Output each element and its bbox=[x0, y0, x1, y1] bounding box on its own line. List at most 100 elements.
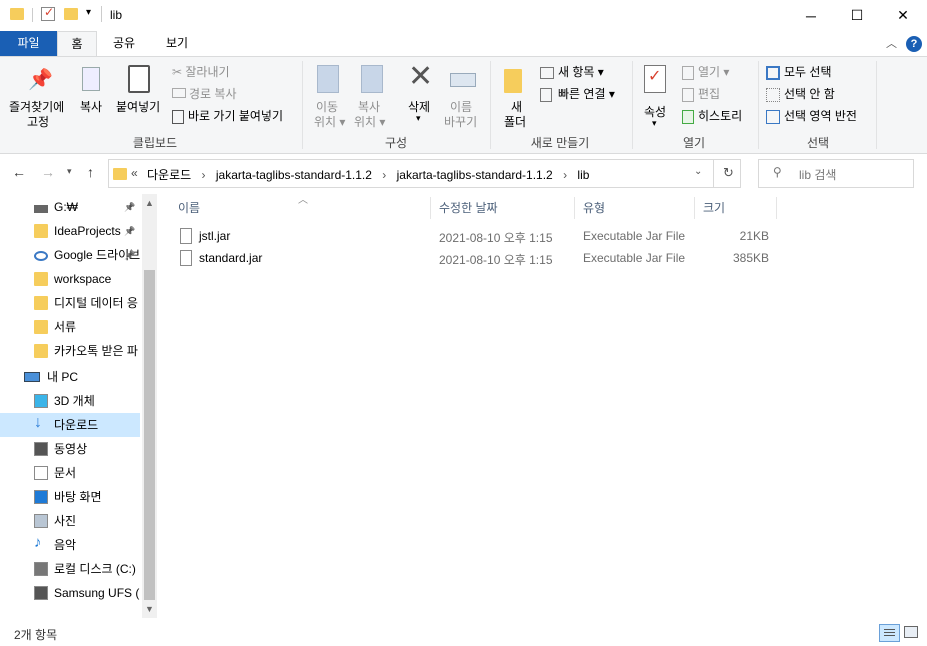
search-input[interactable]: ⚲ lib 검색 bbox=[758, 159, 914, 188]
ribbon-tab-bar: 파일 홈 공유 보기 ︿ ? bbox=[0, 31, 927, 57]
properties-button[interactable]: ✓ 속성 ▾ bbox=[638, 61, 674, 128]
nav-pc-item[interactable]: 3D 개체 bbox=[0, 389, 140, 413]
tab-share[interactable]: 공유 bbox=[100, 31, 148, 57]
easy-access-button[interactable]: 빠른 연결 ▾ bbox=[540, 85, 615, 102]
copy-icon bbox=[82, 67, 100, 91]
select-all-button[interactable]: 모두 선택 bbox=[766, 63, 832, 80]
tab-view[interactable]: 보기 bbox=[152, 31, 202, 57]
maximize-button[interactable]: ☐ bbox=[834, 0, 880, 31]
nav-item-label: 3D 개체 bbox=[54, 394, 95, 408]
breadcrumb: 다운로드 › jakarta-taglibs-standard-1.1.2 › … bbox=[147, 166, 589, 183]
collapse-ribbon-icon[interactable]: ︿ bbox=[886, 35, 897, 51]
file-row[interactable]: jstl.jar 2021-08-10 오후 1:15 Executable Jar… bbox=[170, 226, 790, 248]
refresh-icon[interactable]: ↻ bbox=[723, 165, 734, 181]
new-item-button[interactable]: 새 항목 ▾ bbox=[540, 63, 604, 80]
breadcrumb-overflow[interactable]: « bbox=[131, 166, 138, 180]
open-button[interactable]: 열기 ▾ bbox=[682, 63, 729, 80]
quick-access-dropdown-icon[interactable]: ▾ bbox=[86, 7, 91, 18]
paste-shortcut-button[interactable]: 바로 가기 붙여넣기 bbox=[172, 107, 283, 124]
nav-item-label: 바탕 화면 bbox=[54, 490, 102, 504]
navigation-pane: G:₩ 📌 IdeaProjects 📌 Google 드라이브 📌 workspace 디지… bbox=[0, 194, 158, 618]
nav-pc-item[interactable]: ♪ 음악 bbox=[0, 533, 140, 557]
edit-button[interactable]: 편집 bbox=[682, 85, 720, 102]
large-icons-view-icon[interactable] bbox=[904, 626, 918, 638]
jar-file-icon bbox=[180, 228, 192, 244]
nav-item-label: 다운로드 bbox=[54, 418, 99, 432]
chevron-right-icon[interactable]: › bbox=[382, 168, 386, 182]
back-arrow-icon[interactable]: ← bbox=[12, 164, 26, 180]
chevron-right-icon[interactable]: › bbox=[563, 168, 567, 182]
network-drive-icon bbox=[34, 205, 48, 213]
drive-icon bbox=[34, 586, 48, 600]
select-none-button[interactable]: 선택 안 함 bbox=[766, 85, 835, 102]
address-bar-row: ← → ▾ ↑ « 다운로드 › jakarta-taglibs-standar… bbox=[0, 155, 927, 191]
breadcrumb-item[interactable]: 다운로드 bbox=[147, 168, 191, 182]
chevron-right-icon[interactable]: › bbox=[202, 168, 206, 182]
nav-quick-item[interactable]: 서류 bbox=[0, 315, 140, 339]
computer-icon bbox=[24, 372, 40, 382]
nav-quick-item[interactable]: workspace bbox=[0, 267, 140, 291]
column-type[interactable]: 유형 bbox=[583, 197, 688, 221]
pin-icon[interactable]: 📌 bbox=[124, 195, 135, 219]
folder-icon bbox=[34, 224, 48, 238]
nav-quick-item[interactable]: 카카오톡 받은 파 bbox=[0, 339, 140, 363]
properties-quick-icon[interactable]: ✓ bbox=[41, 5, 55, 21]
new-folder-button[interactable]: 새 폴더 bbox=[496, 61, 532, 129]
nav-item-label: 카카오톡 받은 파 bbox=[54, 344, 138, 358]
move-to-button[interactable]: 이동 위치 ▾ bbox=[308, 61, 348, 129]
nav-pc-item[interactable]: 동영상 bbox=[0, 437, 140, 461]
nav-pc-item[interactable]: 바탕 화면 bbox=[0, 485, 140, 509]
file-modified: 2021-08-10 오후 1:15 bbox=[439, 253, 553, 267]
nav-quick-item[interactable]: IdeaProjects 📌 bbox=[0, 219, 140, 243]
column-modified[interactable]: 수정한 날짜 bbox=[439, 197, 569, 221]
help-icon[interactable]: ? bbox=[906, 36, 922, 52]
pin-icon[interactable]: 📌 bbox=[124, 219, 135, 243]
nav-pc-item[interactable]: 로컬 디스크 (C:) bbox=[0, 557, 140, 581]
forward-arrow-icon[interactable]: → bbox=[41, 164, 55, 180]
address-box[interactable]: « 다운로드 › jakarta-taglibs-standard-1.1.2 … bbox=[108, 159, 741, 188]
details-view-icon[interactable] bbox=[879, 624, 900, 642]
nav-pc-item[interactable]: 사진 bbox=[0, 509, 140, 533]
copy-button[interactable]: 복사 bbox=[76, 61, 110, 127]
invert-selection-button[interactable]: 선택 영역 반전 bbox=[766, 107, 857, 124]
minimize-button[interactable]: ─ bbox=[788, 0, 834, 31]
nav-pc-item[interactable]: Samsung UFS (D:) bbox=[0, 581, 140, 605]
pin-icon[interactable]: 📌 bbox=[124, 243, 135, 267]
column-name[interactable]: 이름 bbox=[178, 197, 428, 221]
history-button[interactable]: 히스토리 bbox=[682, 107, 742, 124]
recent-locations-icon[interactable]: ▾ bbox=[67, 166, 72, 177]
folder-icon bbox=[34, 272, 48, 286]
scroll-down-icon[interactable]: ▼ bbox=[145, 604, 154, 614]
close-button[interactable]: ✕ bbox=[880, 0, 926, 31]
nav-pc-item[interactable]: ↓ 다운로드 bbox=[0, 413, 140, 437]
up-arrow-icon[interactable]: ↑ bbox=[87, 164, 94, 180]
address-dropdown-icon[interactable]: ⌄ bbox=[694, 166, 702, 177]
cut-button[interactable]: ✂ 잘라내기 bbox=[172, 63, 230, 80]
file-row[interactable]: standard.jar 2021-08-10 오후 1:15 Executable… bbox=[170, 248, 790, 270]
nav-pc-item[interactable]: 문서 bbox=[0, 461, 140, 485]
nav-this-pc[interactable]: 내 PC bbox=[0, 365, 140, 389]
nav-scrollbar[interactable]: ▲ ▼ bbox=[142, 194, 157, 618]
tab-file[interactable]: 파일 bbox=[0, 31, 57, 57]
new-folder-quick-icon[interactable] bbox=[64, 8, 78, 20]
copy-path-button[interactable]: 경로 복사 bbox=[172, 85, 237, 102]
nav-quick-item[interactable]: 디지털 데이터 응 bbox=[0, 291, 140, 315]
breadcrumb-item[interactable]: jakarta-taglibs-standard-1.1.2 bbox=[216, 168, 372, 182]
ribbon: 📌 즐겨찾기에 고정 복사 붙여넣기 ✂ 잘라내기 경로 복사 바로 가기 붙여… bbox=[0, 56, 927, 154]
pin-quick-access-button[interactable]: 📌 즐겨찾기에 고정 bbox=[6, 61, 70, 129]
nav-quick-item[interactable]: Google 드라이브 📌 bbox=[0, 243, 140, 267]
local-disk-icon bbox=[34, 562, 48, 576]
scroll-thumb[interactable] bbox=[144, 270, 155, 600]
tab-home[interactable]: 홈 bbox=[57, 31, 97, 57]
breadcrumb-item[interactable]: jakarta-taglibs-standard-1.1.2 bbox=[397, 168, 553, 182]
desktop-icon bbox=[34, 490, 48, 504]
column-size[interactable]: 크기 bbox=[703, 197, 773, 221]
paste-button[interactable]: 붙여넣기 bbox=[114, 61, 166, 127]
nav-item-label: G:₩ bbox=[54, 200, 78, 214]
copy-to-button[interactable]: 복사 위치 ▾ bbox=[352, 61, 392, 129]
rename-button[interactable]: 이름 바꾸기 bbox=[442, 61, 482, 129]
breadcrumb-item[interactable]: lib bbox=[577, 168, 589, 182]
delete-button[interactable]: ✕ 삭제 ▾ bbox=[400, 60, 440, 127]
nav-quick-item[interactable]: G:₩ 📌 bbox=[0, 195, 140, 219]
scroll-up-icon[interactable]: ▲ bbox=[145, 198, 154, 208]
